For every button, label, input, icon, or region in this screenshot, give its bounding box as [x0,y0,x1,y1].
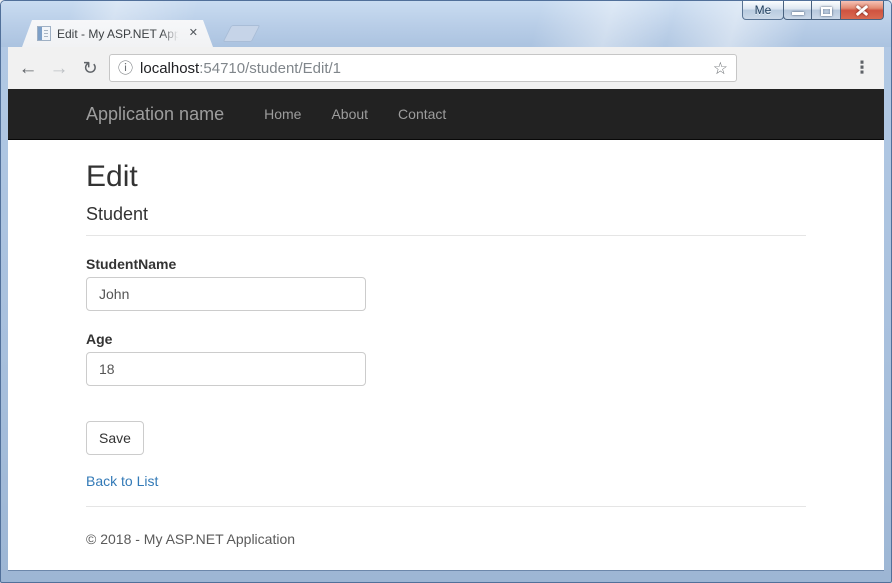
site-navbar: Application name Home About Contact [8,89,884,140]
divider-bottom [86,506,806,507]
browser-tab[interactable]: Edit - My ASP.NET Applic ✕ [22,20,213,47]
page-info-icon[interactable]: ⓘ [118,61,133,76]
copyright-text: © 2018 - My ASP.NET Application [86,531,806,547]
edit-form: StudentName Age Save [86,256,806,455]
bookmark-star-icon[interactable]: ☆ [713,60,728,77]
close-button[interactable] [840,1,884,20]
url-text: localhost:54710/student/Edit/1 [140,60,341,77]
minimize-button[interactable] [783,1,812,20]
divider-top [86,235,806,236]
nav-link-about[interactable]: About [316,89,383,139]
age-input[interactable] [86,352,366,386]
chrome-menu-icon[interactable]: ⋮ [852,58,872,78]
studentname-label: StudentName [86,256,806,272]
url-path: :54710/student/Edit/1 [199,60,341,77]
reload-button[interactable]: ↻ [80,59,100,77]
forward-button[interactable]: → [49,59,69,78]
browser-chrome-body: ← → ↻ ⓘ localhost:54710/student/Edit/1 ☆… [8,47,884,571]
maximize-button[interactable] [812,1,840,20]
close-icon [855,4,869,16]
tab-title: Edit - My ASP.NET Applic [57,27,181,41]
maximize-icon [821,7,832,16]
form-group-age: Age [86,331,806,386]
nav-link-contact[interactable]: Contact [383,89,461,139]
url-host: localhost [140,60,199,77]
browser-window: Edit - My ASP.NET Applic ✕ Me ← → ↻ ⓘ lo… [0,0,892,583]
browser-toolbar: ← → ↻ ⓘ localhost:54710/student/Edit/1 ☆… [8,47,884,89]
page-body: Edit Student StudentName Age Save Back t [71,160,821,547]
age-label: Age [86,331,806,347]
studentname-input[interactable] [86,277,366,311]
nav-link-home[interactable]: Home [249,89,316,139]
web-page: Application name Home About Contact Edit… [8,89,884,570]
minimize-icon [792,12,804,15]
save-button[interactable]: Save [86,421,144,455]
profile-button[interactable]: Me [742,1,784,20]
back-button[interactable]: ← [18,59,38,78]
navbar-links: Home About Contact [249,89,461,139]
page-subtitle: Student [86,204,806,225]
tab-close-icon[interactable]: ✕ [187,26,200,41]
page-footer: © 2018 - My ASP.NET Application [86,531,806,547]
form-group-studentname: StudentName [86,256,806,311]
window-caption-buttons [783,1,884,20]
navbar-brand[interactable]: Application name [86,89,239,139]
back-to-list-link[interactable]: Back to List [86,473,158,489]
address-bar[interactable]: ⓘ localhost:54710/student/Edit/1 ☆ [109,54,737,82]
page-title: Edit [86,160,806,194]
favicon-icon [37,26,51,41]
